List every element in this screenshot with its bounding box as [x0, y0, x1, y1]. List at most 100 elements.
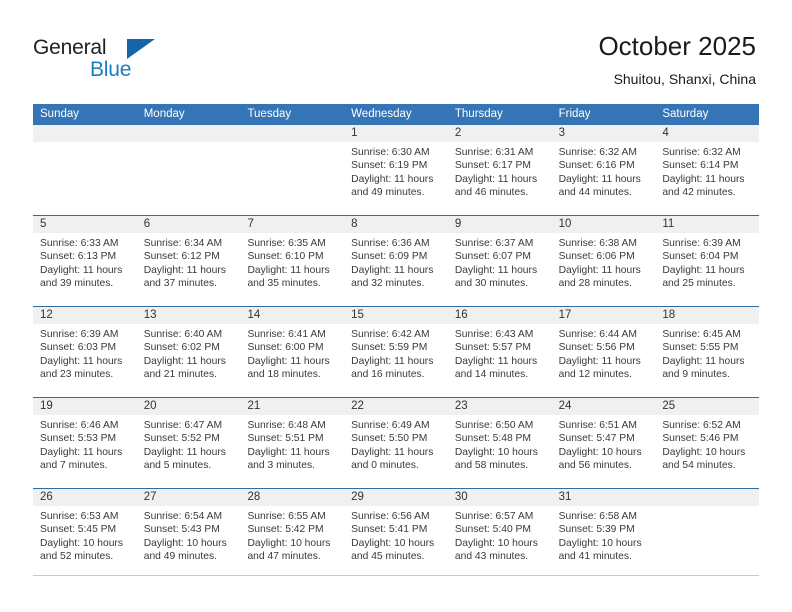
daylight-text-line2: and 32 minutes.	[351, 277, 425, 289]
day-number: 7	[240, 216, 345, 233]
sunset-text: Sunset: 5:48 PM	[454, 433, 532, 445]
calendar-day-cell[interactable]: 5 Sunrise: 6:33 AM Sunset: 6:13 PM Daylight…	[33, 216, 137, 306]
daylight-text-line2: and 41 minutes.	[558, 550, 632, 562]
day-sun-details: Sunrise: 6:32 AM Sunset: 6:16 PM Daylight:…	[552, 142, 656, 199]
daylight-text-line2: and 42 minutes.	[662, 186, 736, 198]
calendar-day-cell[interactable]: 9 Sunrise: 6:37 AM Sunset: 6:07 PM Daylight…	[447, 216, 552, 306]
weekday-header-wednesday: Wednesday	[351, 108, 412, 120]
daylight-text-line2: and 45 minutes.	[351, 550, 425, 562]
calendar-day-cell[interactable]: 3 Sunrise: 6:32 AM Sunset: 6:16 PM Daylight…	[551, 125, 656, 215]
calendar-day-cell[interactable]: 14 Sunrise: 6:41 AM Sunset: 6:00 PM Dayligh…	[240, 307, 345, 397]
calendar-day-cell[interactable]: 8 Sunrise: 6:36 AM Sunset: 6:09 PM Daylight…	[344, 216, 448, 306]
day-sun-details: Sunrise: 6:35 AM Sunset: 6:10 PM Daylight:…	[240, 233, 344, 290]
day-number: 23	[447, 398, 552, 415]
calendar-day-cell[interactable]: 31 Sunrise: 6:58 AM Sunset: 5:39 PM Dayligh…	[551, 489, 656, 579]
calendar-day-cell[interactable]: 22 Sunrise: 6:49 AM Sunset: 5:50 PM Dayligh…	[344, 398, 448, 488]
daylight-text-line1: Daylight: 10 hours	[351, 537, 435, 549]
day-number: 29	[344, 489, 448, 506]
logo-text-general: General	[33, 36, 107, 59]
day-number: 3	[551, 125, 656, 142]
calendar-day-cell[interactable]: 16 Sunrise: 6:43 AM Sunset: 5:57 PM Dayligh…	[447, 307, 552, 397]
calendar-grid: Sunday Monday Tuesday Wednesday Thursday Frid…	[33, 104, 760, 579]
day-sun-details: Sunrise: 6:58 AM Sunset: 5:39 PM Daylight:…	[552, 506, 656, 563]
calendar-day-cell[interactable]: 18 Sunrise: 6:45 AM Sunset: 5:55 PM Dayligh…	[655, 307, 760, 397]
calendar-day-cell[interactable]: 30 Sunrise: 6:57 AM Sunset: 5:40 PM Dayligh…	[447, 489, 552, 579]
sunset-text: Sunset: 6:12 PM	[143, 251, 220, 263]
calendar-day-cell[interactable]: 29 Sunrise: 6:56 AM Sunset: 5:41 PM Dayligh…	[344, 489, 448, 579]
calendar-day-cell[interactable]: 28 Sunrise: 6:55 AM Sunset: 5:42 PM Dayligh…	[240, 489, 345, 579]
day-sun-details: Sunrise: 6:32 AM Sunset: 6:14 PM Daylight:…	[655, 142, 759, 199]
day-sun-details: Sunrise: 6:44 AM Sunset: 5:56 PM Daylight:…	[552, 324, 656, 381]
day-sun-details: Sunrise: 6:42 AM Sunset: 5:59 PM Daylight:…	[344, 324, 448, 381]
day-sun-details: Sunrise: 6:56 AM Sunset: 5:41 PM Daylight:…	[344, 506, 448, 563]
calendar-day-cell[interactable]: 6 Sunrise: 6:34 AM Sunset: 6:12 PM Daylight…	[136, 216, 241, 306]
day-number: 16	[447, 307, 552, 324]
calendar-day-cell[interactable]: 1 Sunrise: 6:30 AM Sunset: 6:19 PM Daylight…	[344, 125, 448, 215]
day-number: 19	[33, 398, 137, 415]
sunrise-text: Sunrise: 6:45 AM	[662, 329, 741, 340]
day-sun-details: Sunrise: 6:38 AM Sunset: 6:06 PM Daylight:…	[552, 233, 656, 290]
daylight-text-line1: Daylight: 11 hours	[40, 264, 123, 276]
day-number: 30	[447, 489, 552, 506]
day-number: 26	[33, 489, 137, 506]
sunrise-text: Sunrise: 6:40 AM	[143, 329, 223, 340]
weekday-header-monday: Monday	[143, 108, 185, 120]
calendar-day-cell[interactable]: 2 Sunrise: 6:31 AM Sunset: 6:17 PM Daylight…	[447, 125, 552, 215]
sunrise-text: Sunrise: 6:39 AM	[40, 329, 119, 340]
sunset-text: Sunset: 5:53 PM	[40, 433, 117, 445]
calendar-day-cell-empty	[655, 489, 760, 579]
calendar-day-cell[interactable]: 27 Sunrise: 6:54 AM Sunset: 5:43 PM Dayligh…	[136, 489, 241, 579]
calendar-week-row: 19 Sunrise: 6:46 AM Sunset: 5:53 PM Dayligh…	[33, 397, 760, 488]
calendar-day-cell[interactable]: 7 Sunrise: 6:35 AM Sunset: 6:10 PM Daylight…	[240, 216, 345, 306]
calendar-day-cell[interactable]: 17 Sunrise: 6:44 AM Sunset: 5:56 PM Dayligh…	[551, 307, 656, 397]
sunrise-text: Sunrise: 6:51 AM	[558, 420, 638, 431]
sunset-text: Sunset: 6:19 PM	[351, 160, 428, 172]
day-number: 20	[136, 398, 241, 415]
calendar-day-cell[interactable]: 23 Sunrise: 6:50 AM Sunset: 5:48 PM Dayligh…	[447, 398, 552, 488]
day-number: 1	[344, 125, 448, 142]
daylight-text-line2: and 35 minutes.	[247, 277, 321, 289]
calendar-day-cell[interactable]: 21 Sunrise: 6:48 AM Sunset: 5:51 PM Dayligh…	[240, 398, 345, 488]
calendar-day-cell[interactable]: 10 Sunrise: 6:38 AM Sunset: 6:06 PM Dayligh…	[551, 216, 656, 306]
sunset-text: Sunset: 5:52 PM	[143, 433, 220, 445]
calendar-day-cell[interactable]: 26 Sunrise: 6:53 AM Sunset: 5:45 PM Dayligh…	[33, 489, 137, 579]
daylight-text-line1: Daylight: 10 hours	[662, 446, 746, 458]
calendar-day-cell[interactable]: 24 Sunrise: 6:51 AM Sunset: 5:47 PM Dayligh…	[551, 398, 656, 488]
sunrise-text: Sunrise: 6:56 AM	[351, 511, 430, 522]
daylight-text-line2: and 54 minutes.	[662, 459, 736, 471]
day-number: 24	[551, 398, 656, 415]
day-sun-details: Sunrise: 6:41 AM Sunset: 6:00 PM Daylight:…	[240, 324, 344, 381]
sunrise-text: Sunrise: 6:35 AM	[247, 238, 326, 249]
sunset-text: Sunset: 5:50 PM	[351, 433, 428, 445]
daylight-text-line1: Daylight: 11 hours	[351, 446, 434, 458]
calendar-day-cell[interactable]: 13 Sunrise: 6:40 AM Sunset: 6:02 PM Dayligh…	[136, 307, 241, 397]
daylight-text-line2: and 49 minutes.	[351, 186, 425, 198]
calendar-day-cell[interactable]: 19 Sunrise: 6:46 AM Sunset: 5:53 PM Dayligh…	[33, 398, 137, 488]
general-blue-logo[interactable]: General Blue	[33, 36, 233, 86]
sunset-text: Sunset: 6:00 PM	[247, 342, 324, 354]
calendar-week-row: 12 Sunrise: 6:39 AM Sunset: 6:03 PM Dayligh…	[33, 306, 760, 397]
title-block: October 2025 Shuitou, Shanxi, China	[598, 30, 756, 89]
day-sun-details: Sunrise: 6:40 AM Sunset: 6:02 PM Daylight:…	[137, 324, 241, 381]
sunset-text: Sunset: 5:39 PM	[558, 524, 635, 536]
sunrise-text: Sunrise: 6:43 AM	[454, 329, 534, 340]
weekday-header-sunday: Sunday	[40, 108, 80, 120]
calendar-day-cell[interactable]: 4 Sunrise: 6:32 AM Sunset: 6:14 PM Daylight…	[655, 125, 760, 215]
sunset-text: Sunset: 6:07 PM	[454, 251, 532, 263]
daylight-text-line1: Daylight: 10 hours	[558, 446, 642, 458]
sunset-text: Sunset: 5:42 PM	[247, 524, 324, 536]
sunset-text: Sunset: 5:45 PM	[40, 524, 117, 536]
day-number: 4	[655, 125, 760, 142]
calendar-day-cell[interactable]: 25 Sunrise: 6:52 AM Sunset: 5:46 PM Dayligh…	[655, 398, 760, 488]
calendar-day-cell[interactable]: 12 Sunrise: 6:39 AM Sunset: 6:03 PM Dayligh…	[33, 307, 137, 397]
daylight-text-line1: Daylight: 10 hours	[454, 537, 538, 549]
calendar-day-cell-empty	[136, 125, 241, 215]
daylight-text-line1: Daylight: 10 hours	[558, 537, 642, 549]
daylight-text-line2: and 52 minutes.	[40, 550, 114, 562]
day-sun-details: Sunrise: 6:39 AM Sunset: 6:03 PM Daylight:…	[33, 324, 137, 381]
calendar-day-cell[interactable]: 20 Sunrise: 6:47 AM Sunset: 5:52 PM Dayligh…	[136, 398, 241, 488]
calendar-day-cell[interactable]: 11 Sunrise: 6:39 AM Sunset: 6:04 PM Dayligh…	[655, 216, 760, 306]
calendar-day-cell[interactable]: 15 Sunrise: 6:42 AM Sunset: 5:59 PM Dayligh…	[344, 307, 448, 397]
calendar-week-row: 26 Sunrise: 6:53 AM Sunset: 5:45 PM Dayligh…	[33, 488, 760, 579]
day-sun-details: Sunrise: 6:50 AM Sunset: 5:48 PM Daylight:…	[448, 415, 552, 472]
